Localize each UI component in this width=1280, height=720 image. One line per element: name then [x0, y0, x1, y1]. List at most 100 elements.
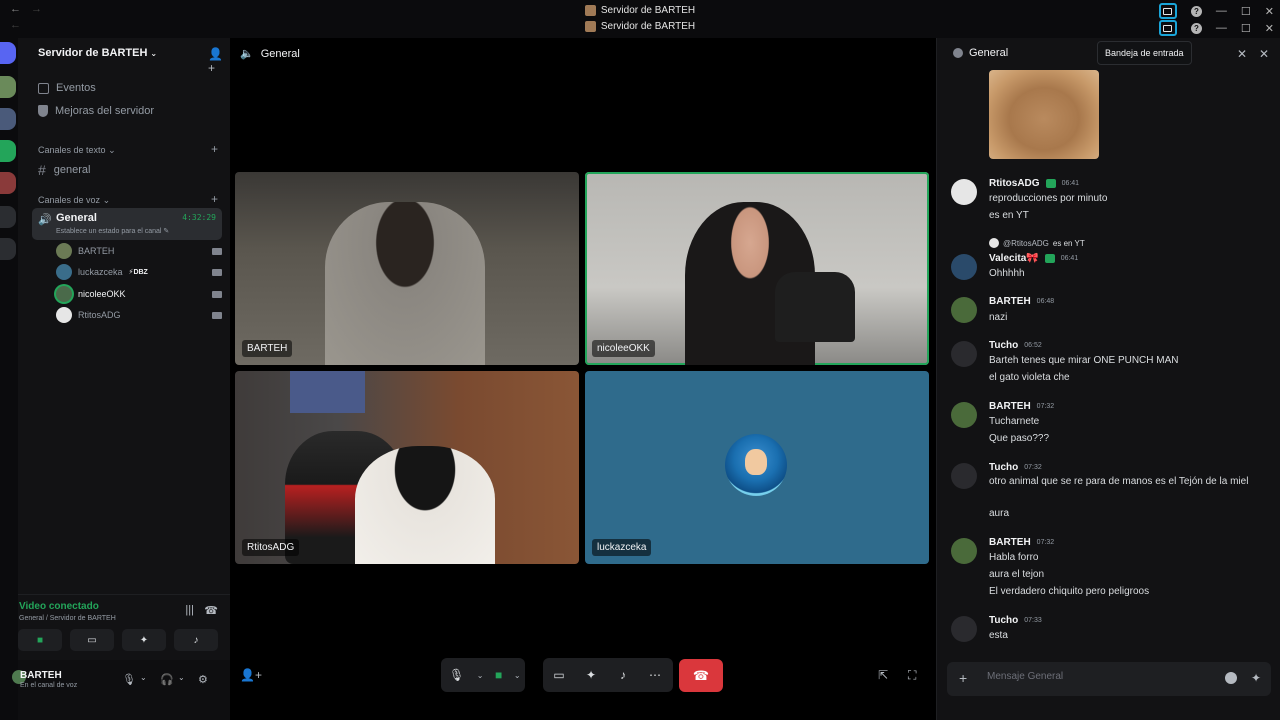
- voice-user[interactable]: nicoleeOKK: [56, 286, 222, 302]
- reply-reference[interactable]: @RtitosADG es en YT: [989, 238, 1085, 248]
- avatar[interactable]: [951, 402, 977, 428]
- help-icon[interactable]: ?: [1190, 22, 1202, 34]
- message-author[interactable]: BARTEH 07:32: [989, 537, 1054, 548]
- inbox-icon[interactable]: [1158, 3, 1177, 19]
- avatar[interactable]: [951, 254, 977, 280]
- channel-general-text[interactable]: # general: [38, 162, 91, 178]
- disconnect-icon[interactable]: ☎: [204, 604, 218, 617]
- message-author[interactable]: Valecita🎀 06:41: [989, 253, 1078, 264]
- microphone-icon[interactable]: 🎙: [122, 673, 136, 686]
- chevron-down-icon[interactable]: ⌄: [140, 673, 147, 682]
- activities-button[interactable]: ✦: [122, 629, 166, 651]
- server-icon[interactable]: [0, 172, 16, 194]
- close-icon[interactable]: ✕: [1265, 5, 1274, 18]
- microphone-stand: [775, 272, 855, 342]
- user-name[interactable]: BARTEH: [20, 670, 62, 681]
- attach-plus-icon[interactable]: +: [959, 670, 967, 686]
- server-icon: [584, 4, 596, 16]
- avatar[interactable]: [951, 538, 977, 564]
- maximize-icon[interactable]: ☐: [1241, 5, 1251, 18]
- video-tile[interactable]: nicoleeOKK: [585, 172, 929, 365]
- video-tile[interactable]: RtitosADG: [235, 371, 579, 564]
- category-label: Canales de voz: [38, 195, 101, 205]
- timestamp: 06:41: [1060, 255, 1079, 262]
- server-icon[interactable]: [0, 108, 16, 130]
- chevron-down-icon[interactable]: ⌄: [178, 673, 185, 682]
- avatar[interactable]: [951, 297, 977, 323]
- category-voice-channels[interactable]: Canales de voz ⌄: [38, 195, 110, 206]
- microphone-icon[interactable]: 🎙: [441, 658, 472, 692]
- voice-channel-general[interactable]: 🔊 General 4:32:29 Establece un estado pa…: [32, 208, 222, 240]
- minimize-icon[interactable]: —: [1216, 5, 1227, 17]
- screen-share-icon[interactable]: ▭: [543, 658, 575, 692]
- popout-icon[interactable]: ⇱: [878, 668, 888, 682]
- voice-connected-subtitle[interactable]: General / Servidor de BARTEH: [19, 615, 116, 622]
- fullscreen-icon[interactable]: ⛶: [908, 668, 916, 683]
- tile-label: nicoleeOKK: [592, 340, 655, 357]
- soundboard-icon[interactable]: ♪: [607, 658, 639, 692]
- noise-suppression-icon[interactable]: |||: [185, 604, 194, 616]
- add-channel-icon[interactable]: +: [211, 192, 218, 206]
- camera-icon[interactable]: ■: [488, 658, 509, 692]
- sidebar-item-boosts[interactable]: Mejoras del servidor: [38, 105, 154, 117]
- voice-connected-title[interactable]: Video conectado: [19, 601, 99, 612]
- avatar[interactable]: [951, 463, 977, 489]
- message-author[interactable]: RtitosADG 06:41: [989, 178, 1079, 189]
- sidebar-item-events[interactable]: Eventos: [38, 82, 96, 94]
- discord-home-icon[interactable]: [0, 42, 16, 64]
- server-name-header[interactable]: Servidor de BARTEH ⌄: [38, 47, 157, 59]
- soundboard-button[interactable]: ♪: [174, 629, 218, 651]
- chevron-down-icon[interactable]: ⌄: [472, 658, 488, 692]
- chevron-down-icon[interactable]: ⌄: [509, 658, 525, 692]
- message-author[interactable]: BARTEH 07:32: [989, 401, 1054, 412]
- gear-icon[interactable]: ⚙: [198, 673, 208, 686]
- minimize-icon[interactable]: —: [1216, 22, 1227, 34]
- message-author[interactable]: Tucho 06:52: [989, 340, 1042, 351]
- avatar[interactable]: [951, 616, 977, 642]
- inbox-icon[interactable]: [1158, 20, 1177, 36]
- video-tile[interactable]: BARTEH: [235, 172, 579, 365]
- chat-header: General Bandeja de entrada ✕ ✕: [937, 38, 1280, 68]
- message-author[interactable]: Tucho 07:33: [989, 615, 1042, 626]
- author-name: Tucho: [989, 615, 1019, 626]
- close-icon[interactable]: ✕: [1237, 47, 1247, 61]
- title-bar: ← → ← Servidor de BARTEH Servidor de BAR…: [0, 0, 1280, 38]
- activities-icon[interactable]: ✦: [575, 658, 607, 692]
- add-server-icon[interactable]: [0, 206, 16, 228]
- camera-button[interactable]: ■: [18, 629, 62, 651]
- reply-text: es en YT: [1052, 238, 1085, 248]
- message-input[interactable]: [987, 671, 1187, 682]
- close-icon[interactable]: ✕: [1265, 22, 1274, 35]
- image-attachment[interactable]: [989, 70, 1099, 159]
- channel-label: general: [53, 164, 91, 176]
- avatar[interactable]: [951, 179, 977, 205]
- more-options-icon[interactable]: ⋯: [639, 658, 671, 692]
- tile-label: luckazceka: [592, 539, 652, 556]
- help-icon[interactable]: ?: [1190, 5, 1202, 17]
- avatar[interactable]: [951, 341, 977, 367]
- headphones-icon[interactable]: 🎧: [160, 673, 174, 686]
- chat-title: General: [969, 47, 1009, 59]
- voice-user[interactable]: RtitosADG: [56, 307, 222, 323]
- disconnect-button[interactable]: ☎: [679, 659, 723, 692]
- video-tile[interactable]: luckazceka: [585, 371, 929, 564]
- author-name: BARTEH: [989, 401, 1031, 412]
- emoji-icon[interactable]: [1225, 672, 1237, 684]
- message-author[interactable]: Tucho 07:32: [989, 462, 1042, 473]
- category-text-channels[interactable]: Canales de texto ⌄: [38, 145, 116, 156]
- voice-user[interactable]: BARTEH: [56, 243, 222, 259]
- invite-people-icon[interactable]: 👤+: [208, 47, 223, 75]
- message-author[interactable]: BARTEH 06:48: [989, 296, 1054, 307]
- discover-icon[interactable]: [0, 238, 16, 260]
- close-icon[interactable]: ✕: [1259, 47, 1269, 61]
- screen-share-button[interactable]: ▭: [70, 629, 114, 651]
- apps-icon[interactable]: ✦: [1251, 671, 1261, 685]
- invite-people-icon[interactable]: 👤+: [240, 668, 262, 682]
- window-title-text: Servidor de BARTEH: [600, 20, 696, 32]
- server-icon[interactable]: [0, 76, 16, 98]
- server-icon[interactable]: [0, 140, 16, 162]
- voice-user[interactable]: luckazceka ⚡DBZ: [56, 264, 222, 280]
- maximize-icon[interactable]: ☐: [1241, 22, 1251, 35]
- channel-status-hint[interactable]: Establece un estado para el canal ✎: [56, 227, 169, 235]
- add-channel-icon[interactable]: +: [211, 142, 218, 156]
